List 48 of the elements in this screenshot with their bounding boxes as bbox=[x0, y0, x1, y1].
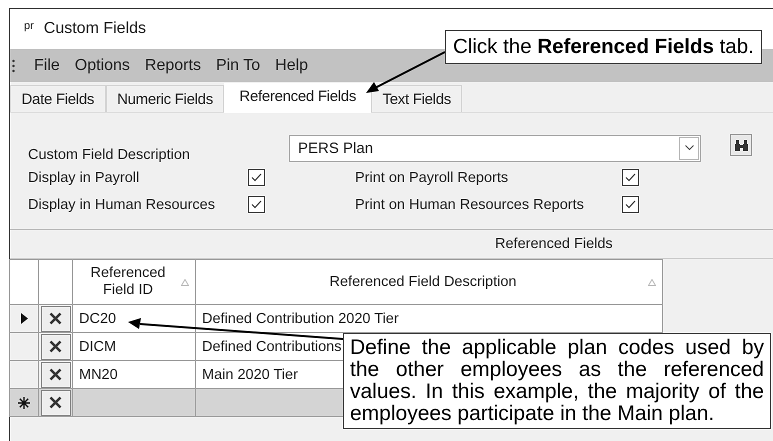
callout-text: Click the Referenced Fields tab. bbox=[445, 30, 762, 64]
checkbox[interactable] bbox=[622, 169, 639, 186]
checkbox-label: Display in Payroll bbox=[28, 170, 140, 186]
table-cell-text: DICM bbox=[78, 338, 116, 354]
grip-icon bbox=[12, 58, 15, 72]
find-button[interactable] bbox=[730, 134, 752, 156]
menu-item[interactable]: File bbox=[34, 56, 60, 74]
grid-title: Referenced Fields bbox=[495, 236, 613, 252]
description-dropdown[interactable]: PERS Plan bbox=[289, 134, 701, 162]
tab[interactable]: Numeric Fields bbox=[106, 85, 224, 112]
check-icon bbox=[251, 173, 262, 182]
table-cell-text: Main 2020 Tier bbox=[201, 366, 298, 382]
binoculars-icon bbox=[734, 138, 748, 152]
close-icon bbox=[49, 368, 62, 381]
table-cell-text: MN20 bbox=[78, 366, 118, 382]
checkbox[interactable] bbox=[248, 196, 265, 213]
checkbox[interactable] bbox=[248, 169, 265, 186]
window-title: Custom Fields bbox=[44, 20, 146, 38]
close-icon bbox=[49, 340, 62, 353]
check-icon bbox=[251, 200, 262, 209]
checkbox-label: Display in Human Resources bbox=[28, 196, 216, 212]
callout-text: Define the applicable plan codes used by the other employees as the referenced values. In this example, the majority of the employees participate in the Main plan. bbox=[343, 333, 771, 429]
check-icon bbox=[625, 173, 636, 182]
chevron-down-icon bbox=[684, 145, 694, 151]
check-icon bbox=[625, 200, 636, 209]
checkbox-label: Print on Human Resources Reports bbox=[355, 196, 585, 212]
delete-row-button[interactable] bbox=[40, 390, 70, 416]
sort-icon bbox=[648, 278, 656, 286]
delete-row-button[interactable] bbox=[40, 362, 70, 388]
table-cell-text: Defined Contributions bbox=[201, 338, 342, 354]
delete-row-button[interactable] bbox=[40, 334, 70, 360]
checkbox-label: Print on Payroll Reports bbox=[355, 170, 510, 186]
table-cell-text: Defined Contribution 2020 Tier bbox=[201, 310, 399, 326]
menu-item[interactable]: Reports bbox=[144, 56, 201, 74]
menu-item[interactable]: Pin To bbox=[216, 56, 260, 74]
tab[interactable]: Text Fields bbox=[371, 85, 462, 112]
menu-item[interactable]: Options bbox=[74, 56, 130, 74]
close-icon bbox=[49, 396, 62, 409]
tab[interactable]: Referenced Fields bbox=[224, 83, 372, 113]
close-icon bbox=[49, 312, 62, 325]
menu-item[interactable]: Help bbox=[275, 56, 308, 74]
checkbox[interactable] bbox=[622, 196, 639, 213]
delete-row-button[interactable] bbox=[40, 306, 70, 332]
tab[interactable]: Date Fields bbox=[10, 85, 106, 112]
app-logo: pr bbox=[24, 20, 34, 32]
sort-icon bbox=[181, 278, 189, 286]
table-cell-text: DC20 bbox=[78, 310, 116, 326]
field-label: Custom Field Description bbox=[28, 147, 191, 163]
